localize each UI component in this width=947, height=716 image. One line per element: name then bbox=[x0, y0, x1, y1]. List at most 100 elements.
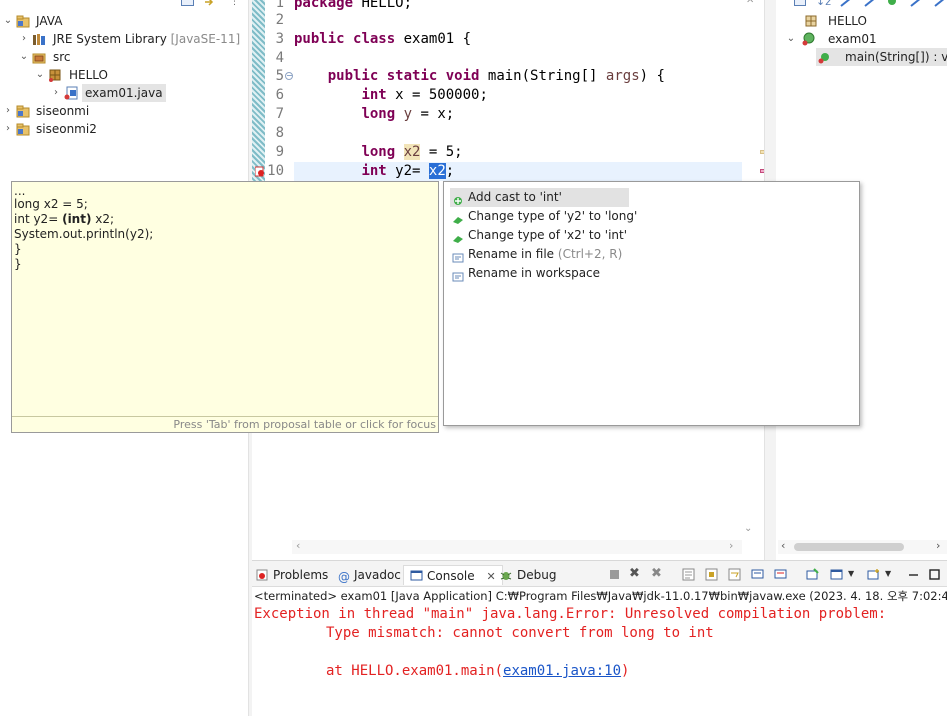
show-on-output-icon[interactable] bbox=[751, 568, 765, 581]
scroll-left-icon[interactable]: ‹ bbox=[296, 539, 300, 552]
quick-diff-gutter bbox=[252, 0, 265, 185]
code-text: main(String[] bbox=[479, 68, 606, 84]
tree-item-siseonmi2[interactable]: › siseonmi2 bbox=[0, 120, 240, 138]
jre-version-label: [JavaSE-11] bbox=[170, 32, 241, 46]
hide-nonpublic-icon[interactable] bbox=[888, 0, 896, 5]
proposal-preview[interactable]: ... long x2 = 5; int y2= (int) x2; Syste… bbox=[11, 181, 439, 433]
console-icon bbox=[410, 568, 423, 581]
tree-item-siseonmi[interactable]: › siseonmi bbox=[0, 102, 240, 120]
java-file-icon bbox=[64, 86, 79, 100]
remove-launch-icon[interactable]: ✖ bbox=[629, 567, 643, 581]
remove-all-terminated-icon[interactable]: ✖ bbox=[651, 567, 665, 581]
tree-item-label: siseonmi bbox=[36, 104, 90, 118]
scroll-thumb[interactable] bbox=[794, 543, 904, 551]
tab-debug[interactable]: Debug bbox=[500, 565, 556, 585]
pin-console-icon[interactable] bbox=[806, 568, 820, 581]
scroll-right-icon[interactable]: › bbox=[729, 539, 733, 552]
debug-icon bbox=[500, 567, 513, 580]
scroll-left-icon[interactable]: ‹ bbox=[781, 539, 785, 552]
clear-console-icon[interactable] bbox=[682, 568, 696, 581]
hide-fields-icon[interactable] bbox=[840, 0, 852, 7]
code-line-6: int x = 500000; bbox=[294, 86, 487, 105]
chevron-down-icon[interactable]: ⌄ bbox=[785, 30, 797, 48]
code-text: exam01 { bbox=[395, 31, 472, 47]
scroll-lock-icon[interactable] bbox=[705, 568, 719, 581]
tree-item-exam01-java[interactable]: › exam01.java bbox=[0, 84, 240, 102]
outline-item-package[interactable]: HELLO bbox=[776, 12, 946, 30]
maximize-icon[interactable] bbox=[928, 568, 942, 581]
editor-horizontal-scrollbar[interactable]: ‹ › bbox=[292, 539, 742, 554]
hide-static-icon[interactable] bbox=[864, 0, 876, 7]
tree-item-label: exam01.java bbox=[82, 84, 166, 102]
change-icon bbox=[452, 212, 464, 224]
chevron-down-icon[interactable]: ⌄ bbox=[34, 66, 46, 84]
proposal-add-cast[interactable]: Add cast to 'int' bbox=[450, 188, 629, 207]
tab-javadoc[interactable]: @ Javadoc bbox=[338, 565, 401, 585]
outline-collapse-icon[interactable] bbox=[794, 0, 806, 6]
bottom-tab-bar: Problems @ Javadoc Console ✕ Debug ✖ ✖ ▼ … bbox=[252, 561, 947, 587]
chevron-right-icon[interactable]: › bbox=[18, 30, 30, 48]
code-line-10: int y2= x2; bbox=[294, 162, 454, 181]
keyword: int bbox=[361, 87, 387, 103]
line-number: 6 bbox=[275, 87, 284, 103]
display-console-dropdown-icon[interactable]: ▼ bbox=[848, 568, 862, 581]
code-line-1: package HELLO; bbox=[294, 0, 412, 13]
code-line-3: public class exam01 { bbox=[294, 30, 471, 49]
chevron-right-icon[interactable]: › bbox=[2, 120, 14, 138]
line-number: 9 bbox=[275, 144, 284, 160]
keyword: static bbox=[386, 68, 438, 84]
fold-collapse-icon[interactable]: − bbox=[285, 72, 293, 80]
collapse-all-icon[interactable] bbox=[181, 0, 194, 6]
tree-item-hello-package[interactable]: ⌄ HELLO bbox=[0, 66, 240, 84]
stack-trace-link[interactable]: exam01.java:10 bbox=[503, 663, 621, 679]
display-console-icon[interactable] bbox=[830, 568, 844, 581]
tree-item-label: src bbox=[53, 50, 71, 64]
tree-item-label: HELLO bbox=[69, 68, 108, 82]
editor-close-icon[interactable]: ✕ bbox=[746, 0, 754, 6]
outline-item-class[interactable]: ⌄ exam01 bbox=[776, 30, 946, 48]
quick-fix-proposals[interactable]: Add cast to 'int' Change type of 'y2' to… bbox=[443, 181, 860, 426]
console-text: ) bbox=[621, 663, 630, 679]
code-text: HELLO; bbox=[361, 0, 413, 11]
problems-icon bbox=[256, 567, 269, 581]
chevron-right-icon[interactable]: › bbox=[2, 102, 14, 120]
tree-item-src[interactable]: ⌄ src bbox=[0, 48, 240, 66]
keyword: public bbox=[294, 31, 345, 47]
preview-line: } bbox=[14, 257, 22, 271]
show-on-error-icon[interactable] bbox=[774, 568, 788, 581]
word-wrap-icon[interactable] bbox=[728, 568, 742, 581]
outline-item-label: HELLO bbox=[828, 14, 867, 28]
view-menu-icon[interactable]: ⋮ bbox=[230, 0, 239, 7]
chevron-right-icon[interactable]: › bbox=[50, 84, 62, 102]
outline-menu-icon[interactable] bbox=[934, 0, 946, 7]
outline-horizontal-scrollbar[interactable]: ‹ › bbox=[778, 539, 947, 554]
package-icon bbox=[48, 68, 63, 82]
tab-label: Problems bbox=[273, 568, 329, 582]
tree-item-label: siseonmi2 bbox=[36, 122, 97, 136]
console-output-line: Type mismatch: cannot convert from long … bbox=[326, 624, 714, 643]
tree-item-jre-library[interactable]: › JRE System Library [JavaSE-11] bbox=[0, 30, 240, 48]
keyword: int bbox=[361, 163, 387, 179]
chevron-down-icon[interactable]: ⌄ bbox=[18, 48, 30, 66]
chevron-down-icon[interactable]: ⌄ bbox=[2, 12, 14, 30]
link-editor-icon[interactable] bbox=[204, 0, 218, 6]
keyword: long bbox=[361, 106, 396, 122]
terminate-icon[interactable] bbox=[608, 568, 622, 581]
tree-item-java-project[interactable]: ⌄ JAVA bbox=[0, 12, 240, 30]
hide-local-types-icon[interactable] bbox=[910, 0, 922, 7]
scroll-right-icon[interactable]: › bbox=[936, 539, 940, 552]
error-marker-icon[interactable] bbox=[254, 166, 265, 177]
tab-console[interactable]: Console ✕ bbox=[403, 565, 503, 585]
open-console-dropdown-icon[interactable]: ▼ bbox=[885, 568, 899, 581]
preview-text: int y2= bbox=[14, 212, 63, 226]
package-declaration-icon bbox=[804, 14, 819, 28]
tab-problems[interactable]: Problems bbox=[256, 565, 328, 585]
close-tab-icon[interactable]: ✕ bbox=[486, 570, 495, 583]
sort-icon[interactable]: ↓z bbox=[816, 0, 831, 8]
open-console-icon[interactable] bbox=[867, 568, 881, 581]
method-icon bbox=[818, 50, 833, 64]
outline-item-method[interactable]: main(String[]) : voi bbox=[816, 48, 947, 66]
java-project-icon bbox=[16, 122, 31, 136]
scroll-down-icon[interactable]: ⌄ bbox=[744, 523, 752, 534]
minimize-icon[interactable] bbox=[907, 568, 921, 581]
